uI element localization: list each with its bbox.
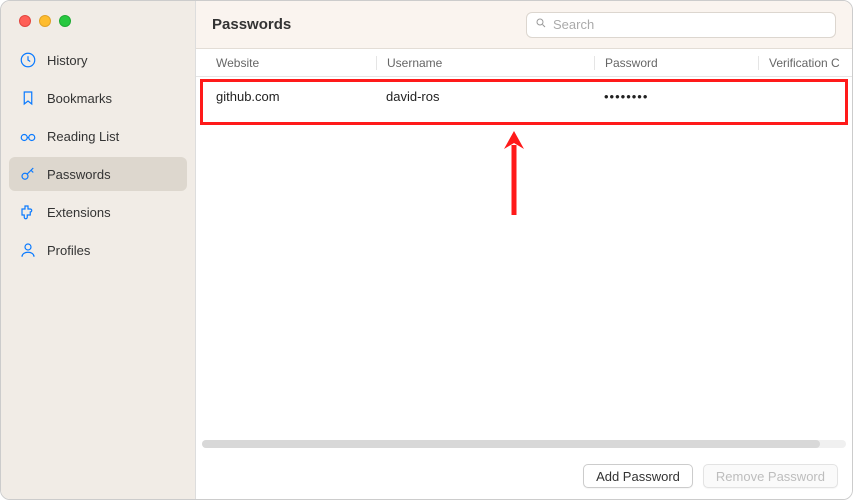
key-icon: [19, 165, 37, 183]
sidebar-nav: History Bookmarks Reading List Passwords: [1, 35, 195, 279]
clock-icon: [19, 51, 37, 69]
sidebar-item-label: Bookmarks: [47, 91, 112, 106]
horizontal-scrollbar[interactable]: [202, 437, 846, 451]
window-controls: [1, 1, 195, 35]
sidebar: History Bookmarks Reading List Passwords: [1, 1, 196, 499]
main-panel: Passwords Website Username Password Veri…: [196, 1, 852, 499]
table-header: Website Username Password Verification C: [196, 49, 852, 77]
sidebar-item-extensions[interactable]: Extensions: [9, 195, 187, 229]
search-field[interactable]: [526, 12, 836, 38]
sidebar-item-profiles[interactable]: Profiles: [9, 233, 187, 267]
search-input[interactable]: [553, 17, 827, 32]
titlebar: Passwords: [196, 1, 852, 49]
search-icon: [535, 17, 547, 32]
add-password-button[interactable]: Add Password: [583, 464, 693, 488]
minimize-window-button[interactable]: [39, 15, 51, 27]
passwords-table: Website Username Password Verification C…: [196, 49, 852, 499]
sidebar-item-reading-list[interactable]: Reading List: [9, 119, 187, 153]
page-title: Passwords: [212, 16, 291, 33]
cell-username: david-ros: [376, 89, 594, 104]
sidebar-item-bookmarks[interactable]: Bookmarks: [9, 81, 187, 115]
glasses-icon: [19, 127, 37, 145]
puzzle-piece-icon: [19, 203, 37, 221]
bookmark-icon: [19, 89, 37, 107]
table-body: github.com david-ros ••••••••: [196, 77, 852, 115]
cell-password: ••••••••: [594, 89, 758, 104]
sidebar-item-label: Reading List: [47, 129, 119, 144]
column-header-website[interactable]: Website: [196, 56, 376, 70]
sidebar-item-label: Passwords: [47, 167, 111, 182]
person-icon: [19, 241, 37, 259]
sidebar-item-history[interactable]: History: [9, 43, 187, 77]
settings-window: History Bookmarks Reading List Passwords: [0, 0, 853, 500]
column-header-password[interactable]: Password: [594, 56, 758, 70]
maximize-window-button[interactable]: [59, 15, 71, 27]
sidebar-item-label: Extensions: [47, 205, 111, 220]
sidebar-item-passwords[interactable]: Passwords: [9, 157, 187, 191]
annotation-arrow-icon: [502, 131, 526, 215]
remove-password-button: Remove Password: [703, 464, 838, 488]
cell-website: github.com: [196, 89, 376, 104]
sidebar-item-label: Profiles: [47, 243, 90, 258]
close-window-button[interactable]: [19, 15, 31, 27]
scrollbar-thumb[interactable]: [202, 440, 820, 448]
table-row[interactable]: github.com david-ros ••••••••: [196, 77, 852, 115]
column-header-username[interactable]: Username: [376, 56, 594, 70]
column-header-verification[interactable]: Verification C: [758, 56, 852, 70]
sidebar-item-label: History: [47, 53, 87, 68]
footer: Add Password Remove Password: [196, 453, 852, 499]
